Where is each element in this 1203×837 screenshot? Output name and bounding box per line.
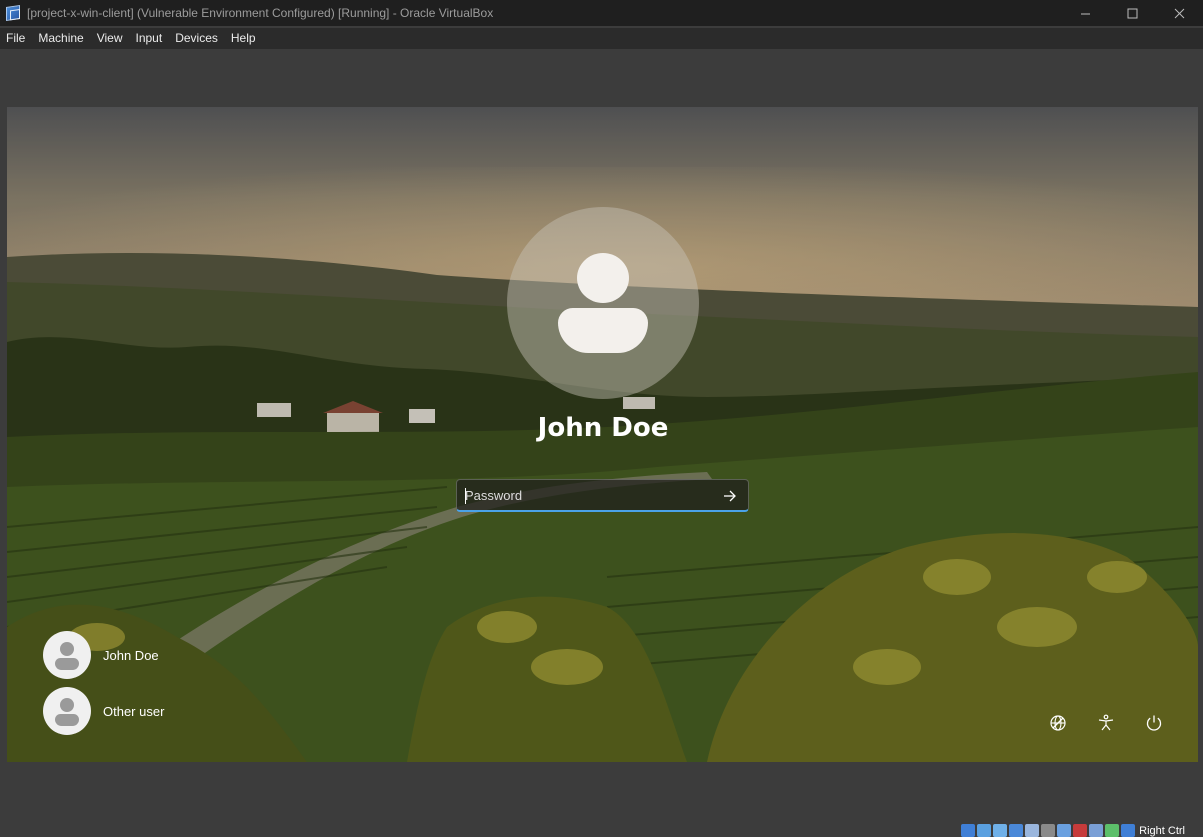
password-input[interactable] [465, 480, 715, 511]
maximize-button[interactable] [1109, 0, 1156, 26]
title-bar: [project-x-win-client] (Vulnerable Envir… [0, 0, 1203, 26]
host-key-label: Right Ctrl [1139, 825, 1185, 837]
maximize-icon [1127, 8, 1138, 18]
hard-disk-icon[interactable] [961, 824, 976, 837]
status-bar: Right Ctrl [0, 823, 1203, 837]
login-corner-controls [1045, 710, 1189, 736]
arrow-right-icon [724, 490, 736, 502]
user-tile-other-user[interactable]: Other user [43, 683, 164, 739]
user-tile-label: Other user [103, 703, 165, 719]
virtualbox-icon [5, 5, 21, 21]
menu-view[interactable]: View [91, 28, 130, 49]
power-button[interactable] [1141, 710, 1167, 736]
accessibility-icon [1098, 714, 1114, 731]
user-tile-label: John Doe [103, 647, 159, 663]
accessibility-button[interactable] [1093, 710, 1119, 736]
menu-bar: File Machine View Input Devices Help [0, 28, 1203, 49]
guest-additions-icon[interactable] [1105, 824, 1120, 837]
selected-user-name: John Doe [537, 413, 669, 443]
user-avatar-icon [43, 687, 91, 735]
window-controls [1062, 0, 1203, 26]
status-tray: Right Ctrl [961, 823, 1203, 837]
user-avatar-large [507, 207, 699, 399]
audio-icon[interactable] [993, 824, 1008, 837]
menu-input[interactable]: Input [130, 28, 170, 49]
close-icon [1174, 8, 1185, 18]
user-switcher-list: John Doe Other user [43, 627, 164, 739]
network-button[interactable] [1045, 710, 1071, 736]
close-button[interactable] [1156, 0, 1203, 26]
menu-devices[interactable]: Devices [169, 28, 225, 49]
minimize-icon [1081, 13, 1090, 14]
submit-button[interactable] [720, 486, 740, 506]
user-avatar-icon [43, 631, 91, 679]
optical-drive-icon[interactable] [977, 824, 992, 837]
globe-network-icon [1050, 715, 1066, 731]
minimize-button[interactable] [1062, 0, 1109, 26]
user-body-icon [558, 308, 648, 353]
display-icon[interactable] [1057, 824, 1072, 837]
guest-login-screen[interactable]: John Doe John Doe Other user [7, 107, 1198, 762]
text-caret [465, 488, 466, 504]
user-tile-john-doe[interactable]: John Doe [43, 627, 164, 683]
window-title: [project-x-win-client] (Vulnerable Envir… [27, 6, 494, 20]
network-icon[interactable] [1009, 824, 1024, 837]
video-capture-icon[interactable] [1073, 824, 1088, 837]
menu-help[interactable]: Help [225, 28, 263, 49]
power-icon [1146, 715, 1162, 731]
virtualization-icon[interactable] [1089, 824, 1104, 837]
menu-file[interactable]: File [0, 28, 32, 49]
keyboard-capture-icon[interactable] [1121, 824, 1136, 837]
usb-icon[interactable] [1025, 824, 1040, 837]
menu-machine[interactable]: Machine [32, 28, 90, 49]
user-head-icon [577, 253, 629, 303]
shared-folders-icon[interactable] [1041, 824, 1056, 837]
password-field[interactable] [456, 479, 749, 512]
